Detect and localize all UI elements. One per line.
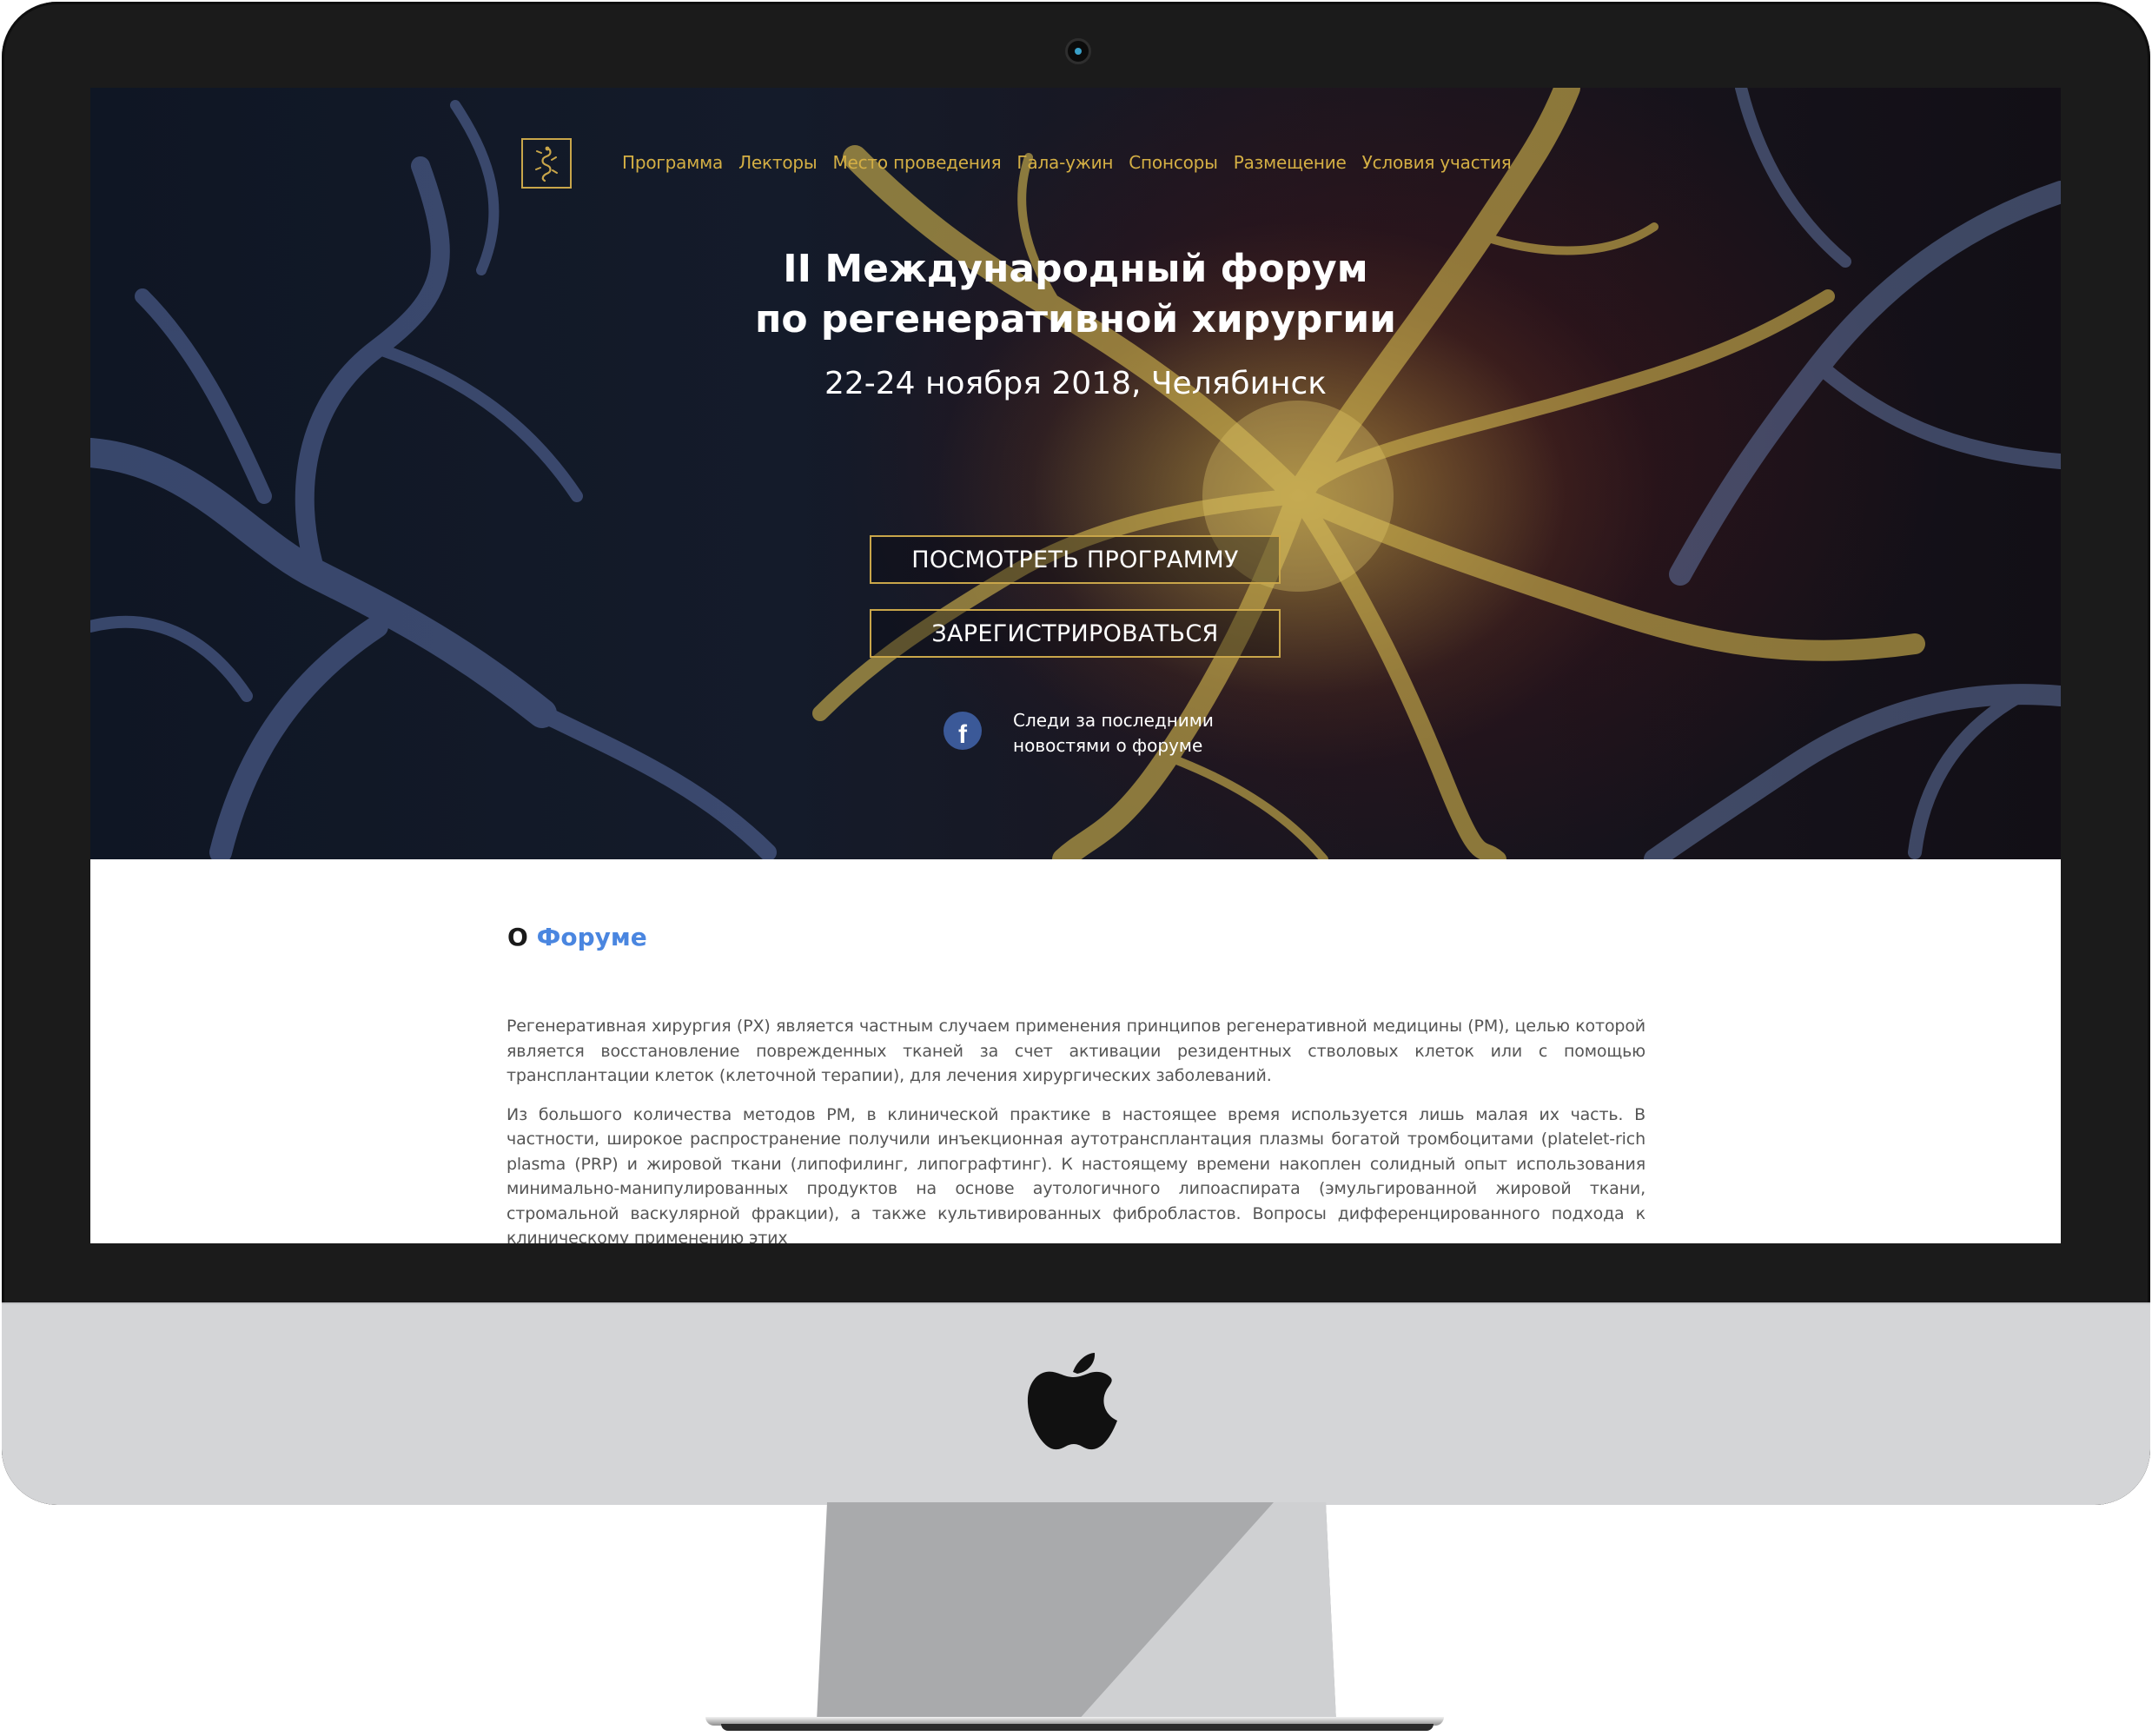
nav-item-program[interactable]: Программа — [622, 152, 723, 173]
view-program-button[interactable]: ПОСМОТРЕТЬ ПРОГРАММУ — [870, 535, 1281, 584]
about-paragraph-2: Из большого количества методов РМ, в кли… — [507, 1104, 1645, 1244]
about-body: Регенеративная хирургия (РХ) является ча… — [507, 1014, 1645, 1243]
camera-icon — [1065, 38, 1091, 64]
hero-section: Программа Лекторы Место проведения Гала-… — [90, 88, 2061, 859]
website-screen: Программа Лекторы Место проведения Гала-… — [90, 88, 2061, 1243]
social-text-line1: Следи за последними — [1013, 710, 1214, 731]
nav-item-conditions[interactable]: Условия участия — [1362, 152, 1512, 173]
main-navigation: Программа Лекторы Место проведения Гала-… — [622, 152, 1512, 173]
social-text-line2: новостями о форуме — [1013, 735, 1203, 756]
monitor-stand-shadow — [721, 1724, 1434, 1731]
monitor-stand — [817, 1502, 1336, 1721]
hero-date-place: 22-24 ноября 2018, Челябинск — [824, 366, 1328, 401]
nav-item-lecturers[interactable]: Лекторы — [738, 152, 818, 173]
monitor-bezel: Программа Лекторы Место проведения Гала-… — [2, 2, 2150, 1505]
social-follow-text: Следи за последними новостями о форуме — [1013, 708, 1239, 759]
hero-title-line1: II Международный форум — [783, 247, 1368, 291]
hero-title: II Международный форум по регенеративной… — [90, 244, 2061, 345]
nav-item-venue[interactable]: Место проведения — [832, 152, 1001, 173]
about-heading-accent: Форуме — [536, 923, 647, 951]
about-heading: О Форуме — [507, 923, 647, 951]
about-heading-prefix: О — [507, 923, 528, 951]
hero-title-line2: по регенеративной хирургии — [754, 297, 1397, 341]
apple-logo-icon — [1027, 1353, 1117, 1450]
about-paragraph-1: Регенеративная хирургия (РХ) является ча… — [507, 1017, 1645, 1085]
lizard-logo-icon — [535, 146, 558, 182]
register-button[interactable]: ЗАРЕГИСТРИРОВАТЬСЯ — [870, 609, 1281, 658]
nav-item-sponsors[interactable]: Спонсоры — [1129, 152, 1218, 173]
about-section: О Форуме Регенеративная хирургия (РХ) яв… — [90, 859, 2061, 1243]
facebook-icon[interactable]: f — [944, 712, 982, 750]
site-logo[interactable] — [521, 138, 572, 189]
nav-item-gala-dinner[interactable]: Гала-ужин — [1016, 152, 1113, 173]
nav-item-accommodation[interactable]: Размещение — [1234, 152, 1347, 173]
